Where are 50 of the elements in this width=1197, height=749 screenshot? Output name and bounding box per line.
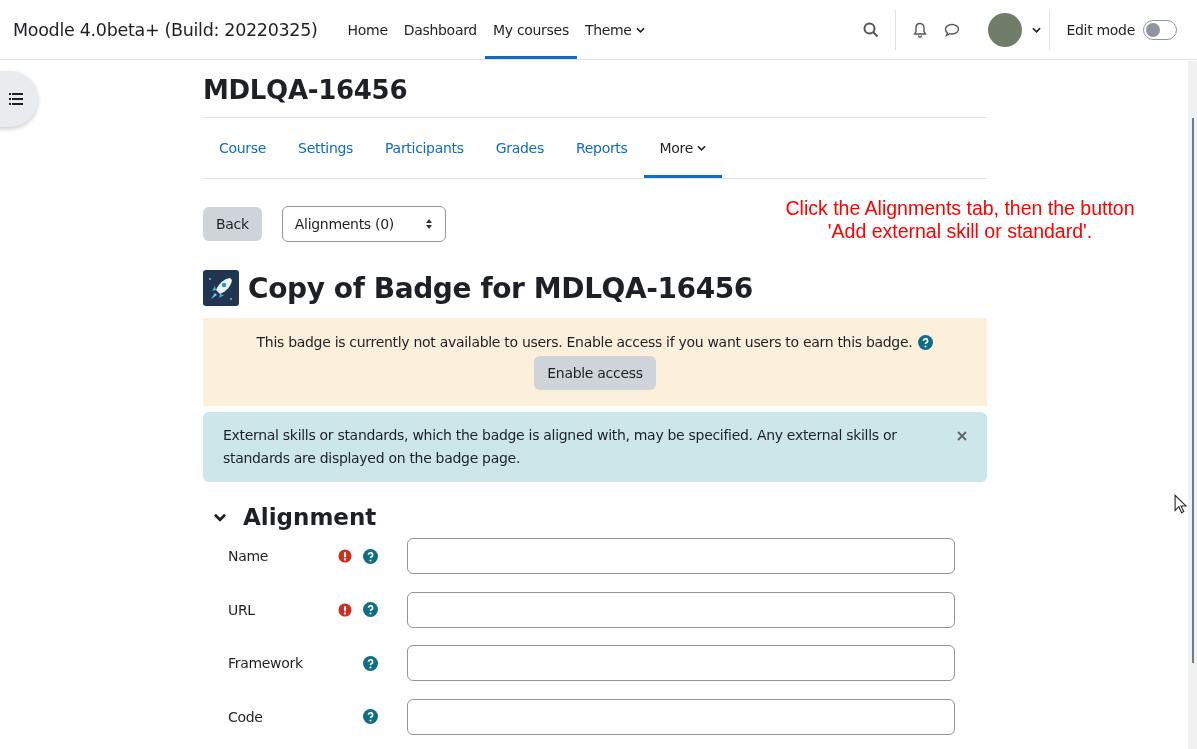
- annotation-note: Click the Alignments tab, then the button 'Add external skill or standard'.: [784, 197, 1136, 243]
- field-label: Code: [228, 708, 264, 725]
- bell-icon[interactable]: [912, 21, 929, 38]
- mouse-pointer-icon: [1174, 494, 1187, 514]
- edit-mode-label: Edit mode: [1066, 21, 1135, 38]
- caret-icon[interactable]: [1032, 26, 1042, 33]
- close-icon[interactable]: [957, 431, 967, 441]
- course-tab[interactable]: More: [643, 118, 723, 178]
- badge-title: Copy of Badge for MDLQA-16456: [248, 271, 753, 305]
- course-title: MDLQA-16456: [203, 60, 987, 118]
- course-tab[interactable]: Grades: [479, 118, 560, 178]
- caret-icon: [635, 26, 645, 33]
- help-icon[interactable]: [363, 655, 378, 671]
- info-text: External skills or standards, which the badge is aligned with, may be specified. Any external skills or standards are displayed on the badge page.: [223, 426, 898, 468]
- rocket-icon: [203, 270, 239, 306]
- caret-icon: [697, 145, 707, 151]
- field-label: Name: [228, 548, 270, 564]
- field-label: Framework: [228, 655, 304, 671]
- list-icon: [9, 93, 23, 105]
- user-avatar[interactable]: [988, 12, 1023, 47]
- field-label: URL: [228, 601, 256, 618]
- page-select[interactable]: Alignments (0): [281, 206, 446, 242]
- nav-link[interactable]: Home: [339, 0, 396, 59]
- back-button[interactable]: Back: [203, 207, 262, 241]
- help-icon[interactable]: [363, 602, 378, 617]
- course-tab[interactable]: Course: [203, 118, 283, 178]
- sort-arrows-icon: [424, 218, 433, 230]
- chat-icon[interactable]: [944, 21, 961, 38]
- text-input[interactable]: [407, 538, 955, 574]
- enable-access-button[interactable]: Enable access: [534, 356, 656, 390]
- nav-link[interactable]: My courses: [484, 0, 577, 59]
- help-icon[interactable]: [363, 548, 378, 564]
- text-input[interactable]: [407, 591, 955, 628]
- course-tab[interactable]: Participants: [369, 118, 480, 178]
- help-icon[interactable]: [918, 334, 934, 350]
- course-index-button[interactable]: [0, 71, 38, 127]
- section-title: Alignment: [243, 504, 377, 530]
- course-tab[interactable]: Settings: [282, 118, 370, 178]
- help-icon[interactable]: [363, 709, 378, 724]
- course-tab[interactable]: Reports: [559, 118, 644, 178]
- scrollbar[interactable]: [1188, 61, 1197, 749]
- text-input[interactable]: [407, 645, 955, 681]
- nav-link[interactable]: Dashboard: [395, 0, 485, 59]
- warning-text: This badge is currently not available to users. Enable access if you want users to earn this badge.: [256, 334, 913, 350]
- search-icon[interactable]: [863, 21, 880, 38]
- edit-mode-toggle[interactable]: [1143, 19, 1177, 40]
- nav-link[interactable]: Theme: [576, 0, 653, 59]
- text-input[interactable]: [407, 698, 955, 735]
- chevron-icon[interactable]: [213, 512, 227, 522]
- site-name[interactable]: Moodle 4.0beta+ (Build: 20220325): [13, 19, 318, 40]
